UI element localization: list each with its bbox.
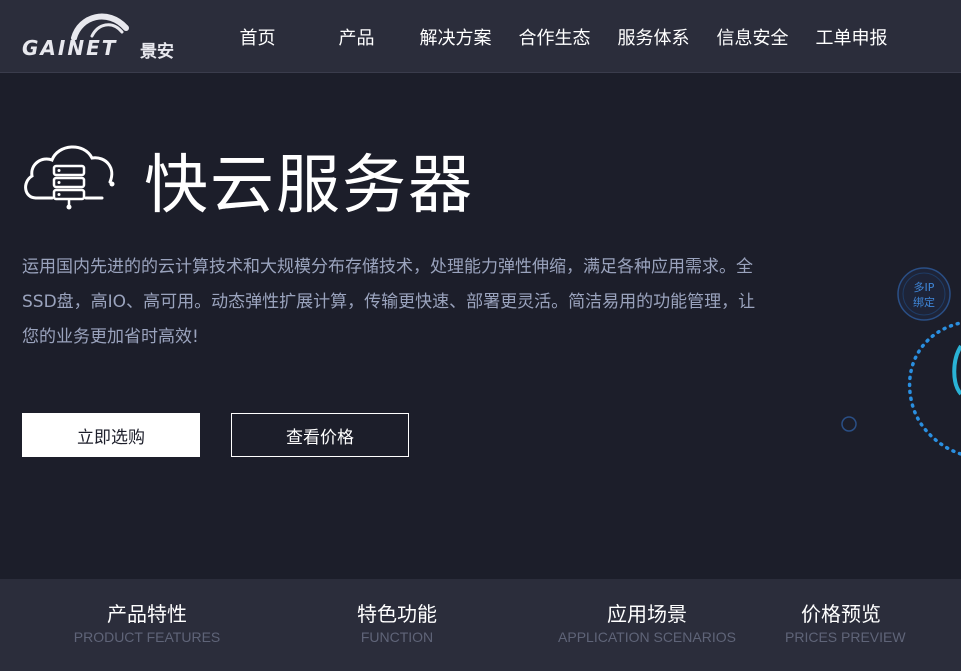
logo-brand-cn: 景安 <box>140 42 174 62</box>
tab-title: 价格预览 <box>801 602 881 626</box>
nav-item-solutions[interactable]: 解决方案 <box>406 24 505 50</box>
badge-line2: 绑定 <box>913 295 935 309</box>
tab-subtitle: APPLICATION SCENARIOS <box>558 629 736 645</box>
tab-function[interactable]: 特色功能 FUNCTION <box>287 601 507 647</box>
tab-product-features[interactable]: 产品特性 PRODUCT FEATURES <box>37 601 257 647</box>
view-price-button[interactable]: 查看价格 <box>231 413 409 457</box>
nav-item-ticket[interactable]: 工单申报 <box>802 24 901 50</box>
tab-subtitle: FUNCTION <box>360 629 434 645</box>
multi-ip-decoration: 多IP 绑定 <box>841 267 961 456</box>
main-nav: 首页 产品 解决方案 合作生态 服务体系 信息安全 工单申报 <box>208 0 901 73</box>
section-tabs: 产品特性 PRODUCT FEATURES 特色功能 FUNCTION 应用场景… <box>0 579 961 671</box>
buy-now-button[interactable]: 立即选购 <box>22 413 200 457</box>
tab-subtitle: PRICES PREVIEW <box>785 629 906 645</box>
cloud-server-icon <box>24 145 115 210</box>
tab-title: 特色功能 <box>357 602 437 626</box>
tab-prices-preview[interactable]: 价格预览 PRICES PREVIEW <box>741 601 961 647</box>
logo-brand: GAINET <box>22 36 118 60</box>
nav-item-products[interactable]: 产品 <box>307 24 406 50</box>
hero-title: 快云服务器 <box>144 149 474 223</box>
nav-item-home[interactable]: 首页 <box>208 24 307 50</box>
top-header: GAINET 景安 首页 产品 解决方案 合作生态 服务体系 信息安全 工单申报 <box>0 0 961 73</box>
gainet-logo[interactable]: GAINET 景安 <box>22 10 187 62</box>
nav-item-security[interactable]: 信息安全 <box>703 24 802 50</box>
tab-application-scenarios[interactable]: 应用场景 APPLICATION SCENARIOS <box>537 601 757 647</box>
tab-title: 产品特性 <box>107 602 187 626</box>
tab-title: 应用场景 <box>607 602 687 626</box>
hero-description: 运用国内先进的的云计算技术和大规模分布存储技术，处理能力弹性伸缩，满足各种应用需… <box>22 257 756 347</box>
nav-item-ecosystem[interactable]: 合作生态 <box>505 24 604 50</box>
nav-item-service[interactable]: 服务体系 <box>604 24 703 50</box>
badge-line1: 多IP <box>914 280 935 294</box>
tab-subtitle: PRODUCT FEATURES <box>73 629 221 645</box>
